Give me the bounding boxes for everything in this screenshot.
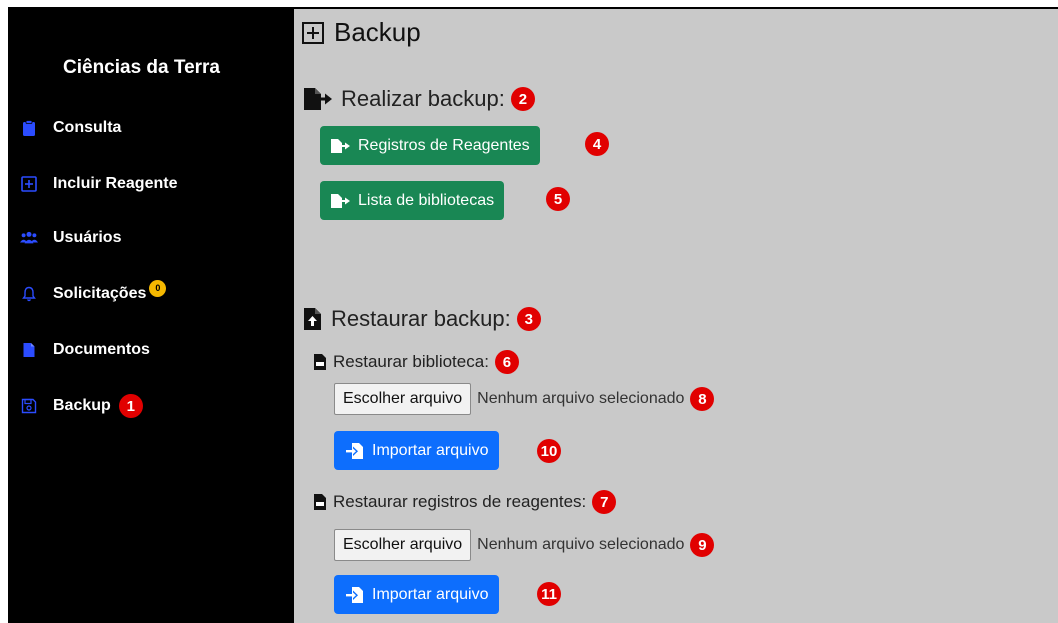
file-import-icon [304,308,321,330]
choose-file-button[interactable]: Escolher arquivo [334,383,472,415]
floppy-disk-icon [20,397,38,415]
file-export-icon [331,138,350,153]
restaurar-biblioteca-label: Restaurar biblioteca: 6 [313,350,519,374]
button-label: Registros de Reagentes [358,136,530,154]
users-icon [20,229,38,247]
file-icon [20,341,38,359]
restaurar-backup-heading: Restaurar backup: 3 [303,306,541,332]
restaurar-registros-label: Restaurar registros de reagentes: 7 [313,490,617,514]
label-text: Restaurar registros de reagentes: [333,492,587,511]
sidebar-item-label: Usuários [53,229,122,246]
section-heading-text: Restaurar backup: [331,306,511,331]
sidebar-item-incluir-reagente[interactable]: Incluir Reagente [20,172,177,196]
sidebar-item-solicitacoes[interactable]: Solicitações 0 [20,279,167,306]
sidebar-item-label: Backup [53,397,111,414]
backup-lista-bibliotecas-button[interactable]: Lista de bibliotecas [320,181,505,220]
plus-square-icon [302,21,324,44]
annotation-marker: 3 [516,307,541,331]
annotation-marker: 9 [690,533,715,557]
label-text: Restaurar biblioteca: [333,352,489,371]
annotation-marker: 10 [537,439,561,463]
file-input-biblioteca: Escolher arquivo Nenhum arquivo selecion… [334,383,715,415]
file-status-text: Nenhum arquivo selecionado [477,536,685,553]
button-label: Importar arquivo [372,585,489,603]
plus-square-icon [20,175,38,193]
file-export-icon [304,88,332,110]
button-label: Importar arquivo [372,441,489,459]
import-registros-button[interactable]: Importar arquivo [334,575,499,614]
sidebar-item-label: Consulta [53,119,122,136]
annotation-marker: 5 [546,187,570,211]
csv-file-icon [314,354,326,370]
bell-icon [20,285,38,303]
annotation-marker: 2 [510,87,535,111]
choose-file-button[interactable]: Escolher arquivo [334,529,472,561]
section-heading-text: Realizar backup: [341,86,505,111]
sidebar: Ciências da Terra [8,7,294,623]
file-import-icon [346,586,363,603]
annotation-marker: 4 [585,132,609,156]
sidebar-item-documentos[interactable]: Documentos [20,338,150,362]
annotation-marker: 1 [118,394,143,418]
annotation-marker: 8 [690,387,715,411]
sidebar-item-label: Solicitações [53,285,147,302]
annotation-marker: 6 [494,350,519,374]
notification-badge: 0 [149,279,167,297]
file-export-icon [331,193,350,208]
page-title-text: Backup [334,17,421,47]
file-input-registros: Escolher arquivo Nenhum arquivo selecion… [334,529,715,561]
realizar-backup-heading: Realizar backup: 2 [303,86,535,112]
backup-registros-reagentes-button[interactable]: Registros de Reagentes [320,126,540,165]
csv-file-icon [314,494,326,510]
clipboard-icon [20,119,38,137]
import-biblioteca-button[interactable]: Importar arquivo [334,431,499,470]
button-label: Lista de bibliotecas [358,191,495,209]
sidebar-item-label: Documentos [53,341,150,358]
annotation-marker: 11 [537,582,561,606]
sidebar-item-backup[interactable]: Backup 1 [20,394,143,418]
file-status-text: Nenhum arquivo selecionado [477,390,685,407]
sidebar-item-consulta[interactable]: Consulta [20,116,121,140]
sidebar-item-usuarios[interactable]: Usuários [20,226,121,250]
file-import-icon [346,442,363,459]
page-title: Backup [302,17,421,48]
annotation-marker: 7 [592,490,617,514]
brand-title: Ciências da Terra [63,57,221,78]
sidebar-item-label: Incluir Reagente [53,175,178,192]
